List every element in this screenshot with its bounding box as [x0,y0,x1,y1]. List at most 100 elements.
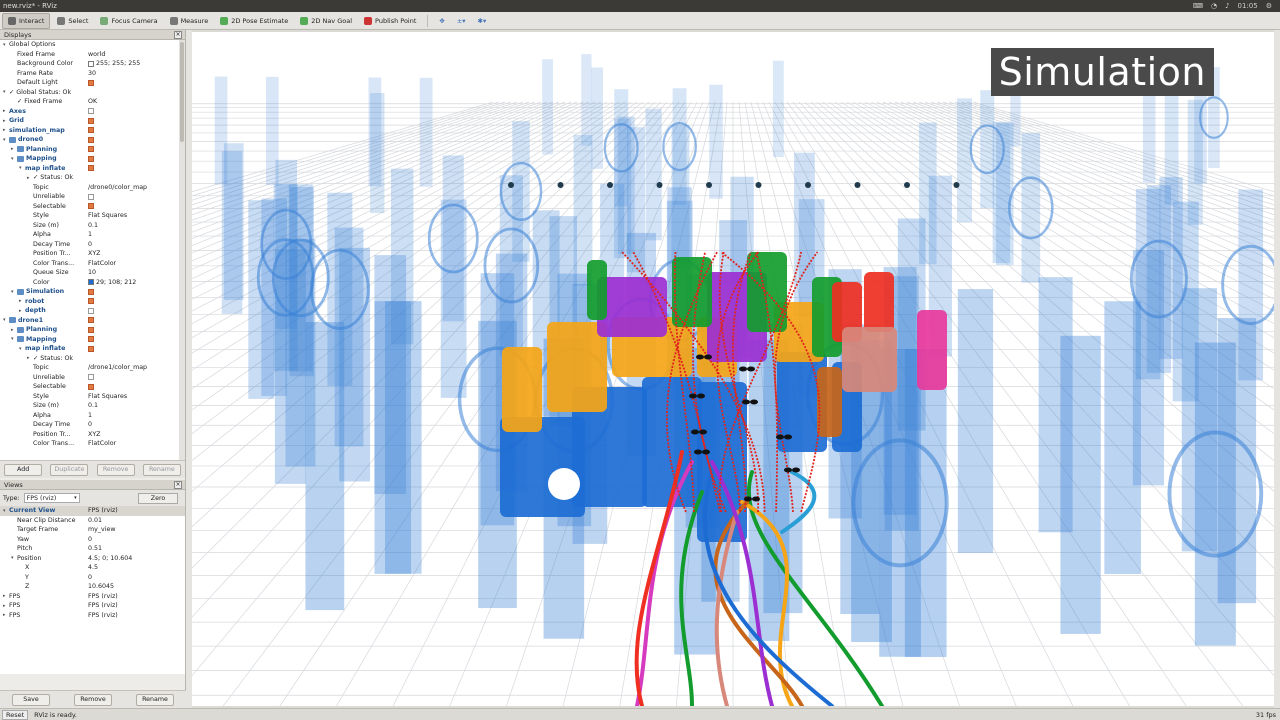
tree-row[interactable]: Size (m) 0.1 [0,221,185,231]
tree-row[interactable]: Topic/drone1/color_map [0,363,185,373]
color-swatch[interactable] [88,279,94,286]
property-value-cell[interactable] [88,345,94,352]
tree-row[interactable]: ▾ Simulation [0,287,185,297]
checkbox[interactable] [88,117,94,124]
property-value-cell[interactable] [88,374,94,381]
views-tree[interactable]: ▾ Current View FPS (rviz) Near Clip Distanc… [0,506,185,674]
property-value-cell[interactable] [88,117,94,124]
checkbox[interactable] [88,79,94,86]
property-value-cell[interactable]: /drone0/color_map [88,184,147,191]
tree-row[interactable]: Decay Time 0 [0,240,185,250]
color-swatch[interactable] [88,60,94,67]
property-value-cell[interactable]: 0 [88,574,92,581]
property-value-cell[interactable] [88,298,94,305]
tree-row[interactable]: Fixed Frame world [0,50,185,60]
tree-row[interactable]: Decay Time 0 [0,420,185,430]
property-value-cell[interactable]: 30 [88,70,96,77]
view-type-select[interactable]: FPS (rviz) ▾ [23,493,80,503]
property-value-cell[interactable] [88,288,94,295]
tree-row[interactable]: Color Trans... FlatColor [0,439,185,449]
property-value-cell[interactable] [88,307,94,314]
duplicate-button[interactable]: Duplicate [50,463,89,476]
property-value-cell[interactable] [88,79,94,86]
tree-row[interactable]: ▾ Current View FPS (rviz) [0,506,185,516]
tree-row[interactable]: Default Light [0,78,185,88]
property-value-cell[interactable]: 0 [88,536,92,543]
tree-row[interactable]: ✓ Fixed Frame OK [0,97,185,107]
close-icon[interactable]: × [174,481,182,489]
tree-row[interactable]: ▸ simulation_map [0,126,185,136]
property-value-cell[interactable] [88,136,94,143]
checkbox[interactable] [88,336,94,343]
tree-row[interactable]: ▸ Grid [0,116,185,126]
property-value-cell[interactable] [88,193,94,200]
tree-row[interactable]: ▾ Position 4.5; 0; 10.604 [0,554,185,564]
tree-row[interactable]: ▾ drone0 [0,135,185,145]
tree-row[interactable]: Position Tr... XYZ [0,430,185,440]
property-value-cell[interactable]: 255; 255; 255 [88,60,140,67]
tree-row[interactable]: Yaw 0 [0,535,185,545]
displays-scrollbar[interactable] [179,40,185,460]
add-button[interactable]: Add [4,463,43,476]
property-value-cell[interactable]: FPS (rviz) [88,593,118,600]
tree-row[interactable]: Style Flat Squares [0,392,185,402]
tree-row[interactable]: ▸ FPS FPS (rviz) [0,601,185,611]
tree-row[interactable]: ▾ map inflate [0,164,185,174]
tree-row[interactable]: Near Clip Distance 0.01 [0,516,185,526]
property-value-cell[interactable]: 0.01 [88,517,102,524]
property-value-cell[interactable]: 10 [88,269,96,276]
property-value-cell[interactable]: 29; 108; 212 [88,279,136,286]
tree-row[interactable]: ▾ Mapping [0,154,185,164]
tree-row[interactable]: Background Color 255; 255; 255 [0,59,185,69]
property-value-cell[interactable]: 10.6045 [88,583,114,590]
tree-row[interactable]: Frame Rate 30 [0,69,185,79]
tree-row[interactable]: ▾ Mapping [0,335,185,345]
property-value-cell[interactable] [88,336,94,343]
tree-row[interactable]: ▸ FPS FPS (rviz) [0,611,185,621]
tree-row[interactable]: ▾ Global Options [0,40,185,50]
checkbox[interactable] [88,193,94,200]
tree-row[interactable]: ▸ Axes [0,107,185,117]
tree-row[interactable]: ▸ ✓ Status: Ok [0,354,185,364]
3d-viewport[interactable]: Simulation [192,32,1274,706]
tool-measure[interactable]: Measure [165,13,214,29]
property-value-cell[interactable]: world [88,51,105,58]
property-value-cell[interactable]: 0.1 [88,222,98,229]
checkbox[interactable] [88,298,94,305]
property-value-cell[interactable]: /drone1/color_map [88,364,147,371]
tree-row[interactable]: ▸ Planning [0,325,185,335]
property-value-cell[interactable] [88,155,94,162]
property-value-cell[interactable]: my_view [88,526,116,533]
tool-interact[interactable]: Interact [2,12,51,29]
property-value-cell[interactable]: 0 [88,421,92,428]
checkbox[interactable] [88,317,94,324]
tree-row[interactable]: Unreliable [0,373,185,383]
checkbox[interactable] [88,307,94,314]
checkbox[interactable] [88,108,94,115]
tool-2d-nav-goal[interactable]: 2D Nav Goal [295,13,357,29]
tree-row[interactable]: Color 29; 108; 212 [0,278,185,288]
property-value-cell[interactable]: FPS (rviz) [88,602,118,609]
checkbox[interactable] [88,155,94,162]
tree-row[interactable]: Pitch 0.51 [0,544,185,554]
checkbox[interactable] [88,203,94,210]
property-value-cell[interactable]: 0.1 [88,402,98,409]
tree-row[interactable]: ▾ ✓ Global Status: Ok [0,88,185,98]
property-value-cell[interactable] [88,127,94,134]
property-value-cell[interactable]: FPS (rviz) [88,612,118,619]
tool-2d-pose-estimate[interactable]: 2D Pose Estimate [215,13,293,29]
tree-row[interactable]: ▸ depth [0,306,185,316]
clock[interactable]: 01:05 [1238,2,1258,10]
checkbox[interactable] [88,326,94,333]
keyboard-icon[interactable]: ⌨ [1193,2,1203,10]
remove-button[interactable]: Remove [74,693,112,706]
property-value-cell[interactable]: FlatColor [88,260,116,267]
tree-row[interactable]: ▸ FPS FPS (rviz) [0,592,185,602]
tree-row[interactable]: Queue Size 10 [0,268,185,278]
tree-row[interactable]: Z 10.6045 [0,582,185,592]
tool-focus-camera[interactable]: Focus Camera [95,13,162,29]
property-value-cell[interactable]: FPS (rviz) [88,507,118,514]
tree-row[interactable]: ▾ map inflate [0,344,185,354]
property-value-cell[interactable]: FlatColor [88,440,116,447]
tree-row[interactable]: Position Tr... XYZ [0,249,185,259]
